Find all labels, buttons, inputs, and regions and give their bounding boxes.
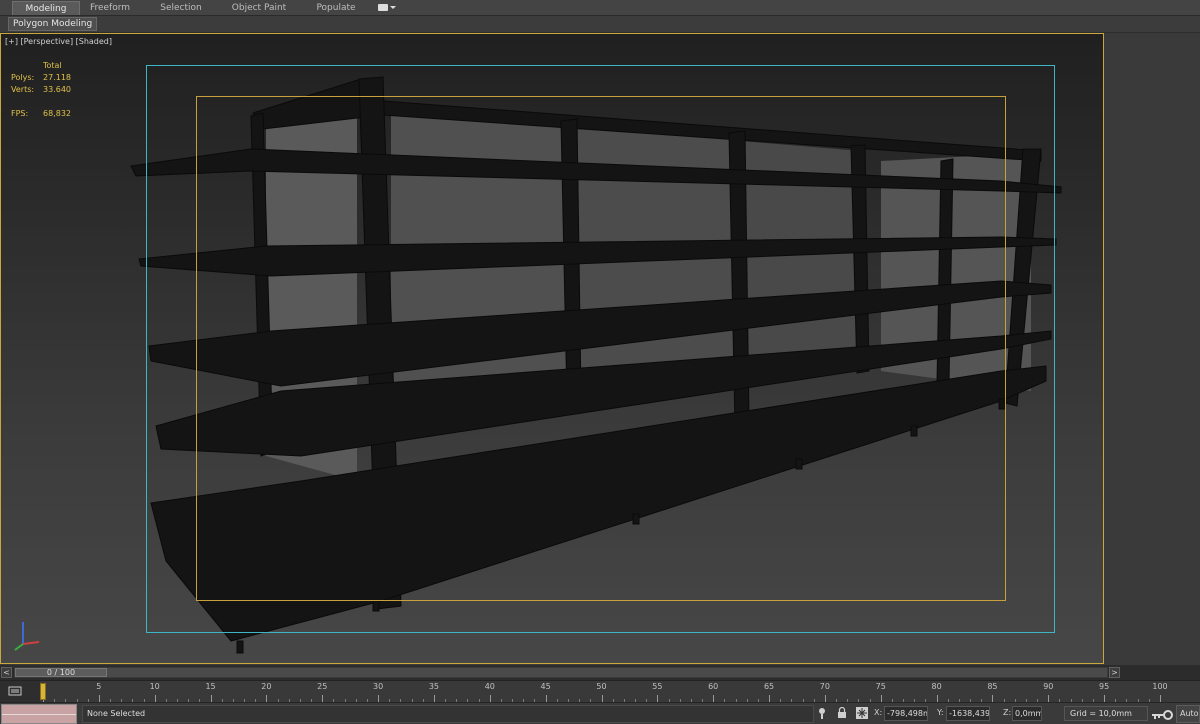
stats-header: Total: [43, 61, 62, 70]
current-frame-marker[interactable]: [40, 683, 46, 700]
viewport-menu-plus[interactable]: [+]: [5, 37, 18, 46]
ribbon-display-icon: [378, 4, 388, 11]
ruler-label: 55: [652, 682, 663, 691]
ruler-label: 50: [596, 682, 607, 691]
polys-value: 27.118: [43, 73, 71, 82]
lock-selection-icon[interactable]: [836, 707, 848, 719]
verts-label: Verts:: [11, 85, 35, 94]
track-bar-ruler[interactable]: 5 10 15 20 25 30 35 40 45 50 55 60 65 70 75 80 85 90 95 100: [40, 681, 1200, 703]
z-coordinate-label: Z:: [1003, 708, 1012, 717]
selection-status-text: None Selected: [82, 705, 814, 723]
fps-label: FPS:: [11, 109, 29, 118]
time-slider-prev-button[interactable]: <: [1, 667, 12, 678]
ruler-label: 85: [987, 682, 998, 691]
ruler-label: 25: [317, 682, 328, 691]
track-bar: 5 10 15 20 25 30 35 40 45 50 55 60 65 70 75 80 85 90 95 100: [0, 680, 1200, 703]
ruler-label: 5: [96, 682, 102, 691]
ribbon-options-dropdown[interactable]: [378, 3, 396, 13]
viewport-label[interactable]: [+] [Perspective] [Shaded]: [5, 37, 112, 46]
ruler-label: 45: [540, 682, 551, 691]
x-coordinate-field[interactable]: -798,498mm: [884, 706, 928, 721]
ruler-label: 95: [1099, 682, 1110, 691]
y-coordinate-field[interactable]: -1638,439mm: [946, 706, 990, 721]
z-coordinate-field[interactable]: 0,0mm: [1012, 706, 1042, 721]
time-slider-bar: < 0 / 100 >: [0, 665, 1200, 680]
ruler-label: 40: [484, 682, 495, 691]
ruler-label: 100: [1152, 682, 1168, 691]
isolate-selection-icon[interactable]: [816, 707, 828, 719]
grid-spacing-display: Grid = 10,0mm: [1064, 706, 1148, 721]
ruler-label: 15: [205, 682, 216, 691]
chevron-down-icon: [390, 6, 396, 9]
viewport-shading-mode[interactable]: [Shaded]: [76, 37, 112, 46]
viewport-statistics: Total Polys: 27.118 Verts: 33.640 FPS: 6…: [11, 60, 71, 120]
ruler-label: 10: [149, 682, 160, 691]
polys-label: Polys:: [11, 73, 35, 82]
set-key-icon[interactable]: [1151, 709, 1173, 721]
fps-value: 68,832: [43, 109, 71, 118]
ruler-label: 60: [708, 682, 719, 691]
ruler-label: 90: [1043, 682, 1054, 691]
xyz-axis-tripod-icon: [14, 622, 40, 651]
time-slider-thumb[interactable]: 0 / 100: [15, 668, 107, 677]
tab-modeling[interactable]: Modeling: [12, 1, 80, 15]
y-coordinate-label: Y:: [937, 708, 944, 717]
tab-selection[interactable]: Selection: [152, 1, 210, 15]
tab-object-paint[interactable]: Object Paint: [222, 1, 296, 15]
time-slider-track[interactable]: 0 / 100: [14, 667, 1108, 678]
viewport-area: [+] [Perspective] [Shaded] Total Polys: …: [0, 33, 1200, 665]
tab-populate[interactable]: Populate: [306, 1, 366, 15]
curve-editor-icon[interactable]: [8, 685, 22, 697]
ruler-label: 80: [931, 682, 942, 691]
ribbon-panel-bar: Polygon Modeling: [0, 16, 1200, 32]
tab-freeform[interactable]: Freeform: [84, 1, 136, 15]
tab-polygon-modeling[interactable]: Polygon Modeling: [8, 17, 98, 31]
status-bar: None Selected X: -798,498mm Y: -1638,439…: [0, 702, 1200, 724]
ribbon-tab-bar: Modeling Freeform Selection Object Paint…: [0, 0, 1200, 16]
perspective-viewport[interactable]: [+] [Perspective] [Shaded] Total Polys: …: [0, 33, 1104, 664]
auto-key-button[interactable]: Auto Key: [1176, 705, 1200, 723]
viewport-point-of-view[interactable]: [Perspective]: [21, 37, 74, 46]
ruler-label: 30: [373, 682, 384, 691]
absolute-relative-transform-icon[interactable]: [856, 707, 868, 719]
ruler-label: 65: [763, 682, 775, 691]
x-coordinate-label: X:: [874, 708, 883, 717]
maxscript-listener-mini[interactable]: [1, 704, 77, 724]
safe-frame-action-area: [196, 96, 1006, 601]
ruler-label: 35: [428, 682, 440, 691]
ruler-label: 20: [261, 682, 272, 691]
ruler-label: 75: [875, 682, 886, 691]
time-slider-next-button[interactable]: >: [1109, 667, 1120, 678]
ruler-label: 70: [819, 682, 830, 691]
verts-value: 33.640: [43, 85, 71, 94]
